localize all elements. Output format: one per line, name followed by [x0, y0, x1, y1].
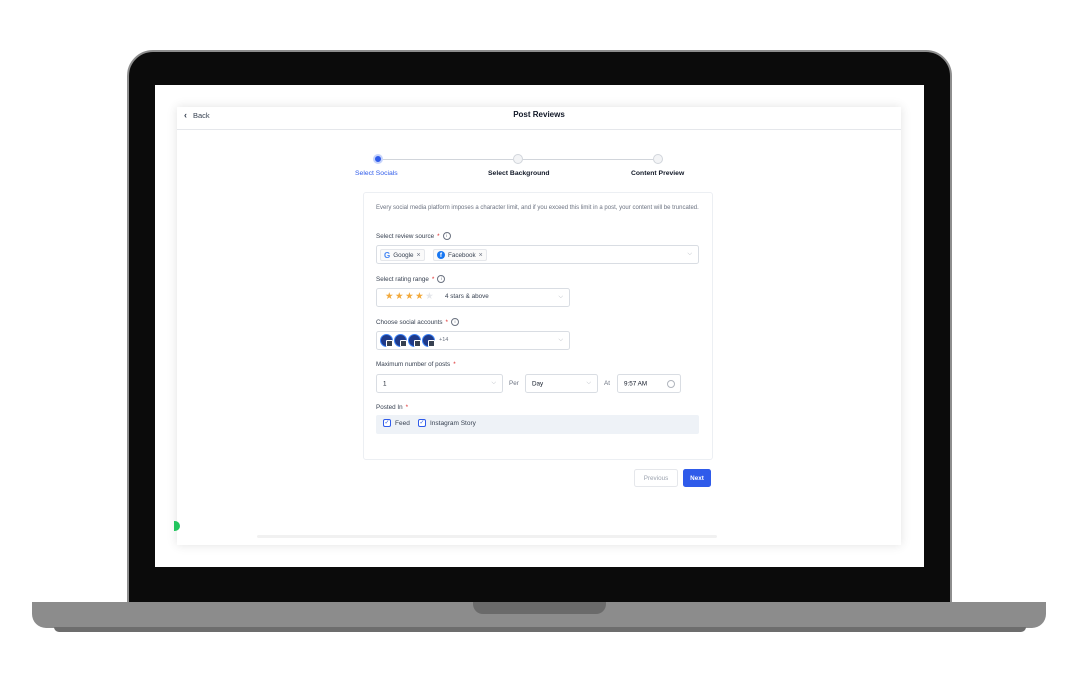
checkbox-feed[interactable]: ✓ Feed: [383, 419, 410, 427]
star-icon: ★: [395, 291, 404, 302]
app-window: ‹ Back Post Reviews Select Socials Selec…: [174, 107, 901, 545]
chevron-down-icon: ⌵: [586, 379, 591, 386]
max-posts-count-select[interactable]: 1 ⌵: [376, 374, 503, 393]
review-source-label: Select review source * i: [376, 232, 451, 240]
required-mark: *: [453, 361, 456, 368]
clock-icon: [667, 379, 675, 388]
rating-label: Select rating range * i: [376, 275, 446, 283]
stepper-line: [383, 159, 513, 160]
required-mark: *: [431, 275, 435, 283]
facebook-logo-icon: f: [437, 251, 445, 259]
posted-in-label: Posted In *: [376, 404, 408, 411]
chevron-down-icon: ⌵: [687, 250, 692, 257]
posted-in-label-text: Posted In: [376, 404, 403, 411]
step-dot-select-socials[interactable]: [373, 154, 383, 164]
period-value: Day: [532, 380, 544, 387]
posted-in-options: ✓ Feed ✓ Instagram Story: [376, 415, 699, 434]
required-mark: *: [437, 232, 440, 240]
step-dot-select-background[interactable]: [513, 154, 523, 164]
step-label-select-background[interactable]: Select Background: [488, 170, 550, 177]
checkbox-instagram-story[interactable]: ✓ Instagram Story: [418, 419, 476, 427]
rating-stars: ★ ★ ★ ★ ★: [385, 292, 434, 302]
google-logo-icon: G: [384, 250, 391, 260]
checkmark-icon: ✓: [383, 419, 391, 427]
chevron-down-icon: ⌵: [558, 293, 563, 300]
rating-select[interactable]: ★ ★ ★ ★ ★ 4 stars & above ⌵: [376, 288, 570, 307]
laptop-base-shadow: [54, 627, 1026, 632]
account-avatars: +14: [380, 334, 448, 347]
step-dot-content-preview[interactable]: [653, 154, 663, 164]
next-button[interactable]: Next: [683, 469, 711, 487]
close-icon[interactable]: ×: [479, 252, 483, 259]
info-icon[interactable]: i: [450, 318, 459, 326]
review-source-label-text: Select review source: [376, 232, 435, 240]
time-picker[interactable]: 9:57 AM: [617, 374, 681, 393]
step-label-select-socials[interactable]: Select Socials: [355, 170, 398, 177]
laptop-screen: ‹ Back Post Reviews Select Socials Selec…: [155, 85, 924, 567]
top-bar: ‹ Back Post Reviews: [177, 107, 901, 130]
avatar: [394, 334, 407, 347]
bottom-shadow: [257, 535, 717, 538]
max-posts-label: Maximum number of posts *: [376, 361, 456, 368]
avatar-more-count: +14: [439, 337, 449, 343]
tag-facebook-label: Facebook: [448, 251, 476, 259]
star-icon: ★: [415, 291, 424, 302]
time-value: 9:57 AM: [624, 380, 648, 387]
info-icon[interactable]: i: [437, 275, 446, 283]
avatar: [408, 334, 421, 347]
page-title: Post Reviews: [513, 110, 565, 119]
tag-google-label: Google: [393, 251, 414, 259]
stepper-line: [523, 159, 653, 160]
previous-button[interactable]: Previous: [634, 469, 678, 487]
chat-widget-icon[interactable]: [174, 521, 180, 531]
star-icon: ★: [385, 291, 394, 302]
star-icon: ★: [405, 291, 414, 302]
rating-label-text: Select rating range: [376, 275, 429, 283]
avatar: [380, 334, 393, 347]
period-select[interactable]: Day ⌵: [525, 374, 598, 393]
max-posts-count-value: 1: [383, 380, 387, 387]
tag-google: G Google ×: [380, 249, 425, 261]
required-mark: *: [405, 404, 409, 411]
close-icon[interactable]: ×: [417, 252, 421, 259]
checkbox-feed-label: Feed: [395, 419, 410, 427]
checkmark-icon: ✓: [418, 419, 426, 427]
tag-facebook: f Facebook ×: [433, 249, 487, 261]
laptop-notch: [473, 602, 606, 614]
review-source-select[interactable]: G Google × f Facebook × ⌵: [376, 245, 699, 264]
form-card: Every social media platform imposes a ch…: [363, 192, 713, 460]
avatar: [422, 334, 435, 347]
rating-value: 4 stars & above: [445, 293, 489, 300]
info-icon[interactable]: i: [442, 232, 451, 240]
accounts-label-text: Choose social accounts: [376, 318, 443, 326]
max-posts-label-text: Maximum number of posts: [376, 361, 451, 368]
chevron-down-icon: ⌵: [491, 379, 496, 386]
required-mark: *: [445, 318, 448, 326]
stepper: Select Socials Select Background Content…: [355, 154, 709, 184]
checkbox-instagram-story-label: Instagram Story: [430, 419, 476, 427]
accounts-label: Choose social accounts * i: [376, 318, 459, 326]
intro-text: Every social media platform imposes a ch…: [376, 205, 699, 211]
at-label: At: [604, 380, 610, 387]
step-label-content-preview[interactable]: Content Preview: [631, 170, 684, 177]
star-icon: ★: [425, 291, 434, 302]
chevron-down-icon: ⌵: [558, 336, 563, 343]
per-label: Per: [509, 380, 519, 387]
accounts-select[interactable]: +14 ⌵: [376, 331, 570, 350]
